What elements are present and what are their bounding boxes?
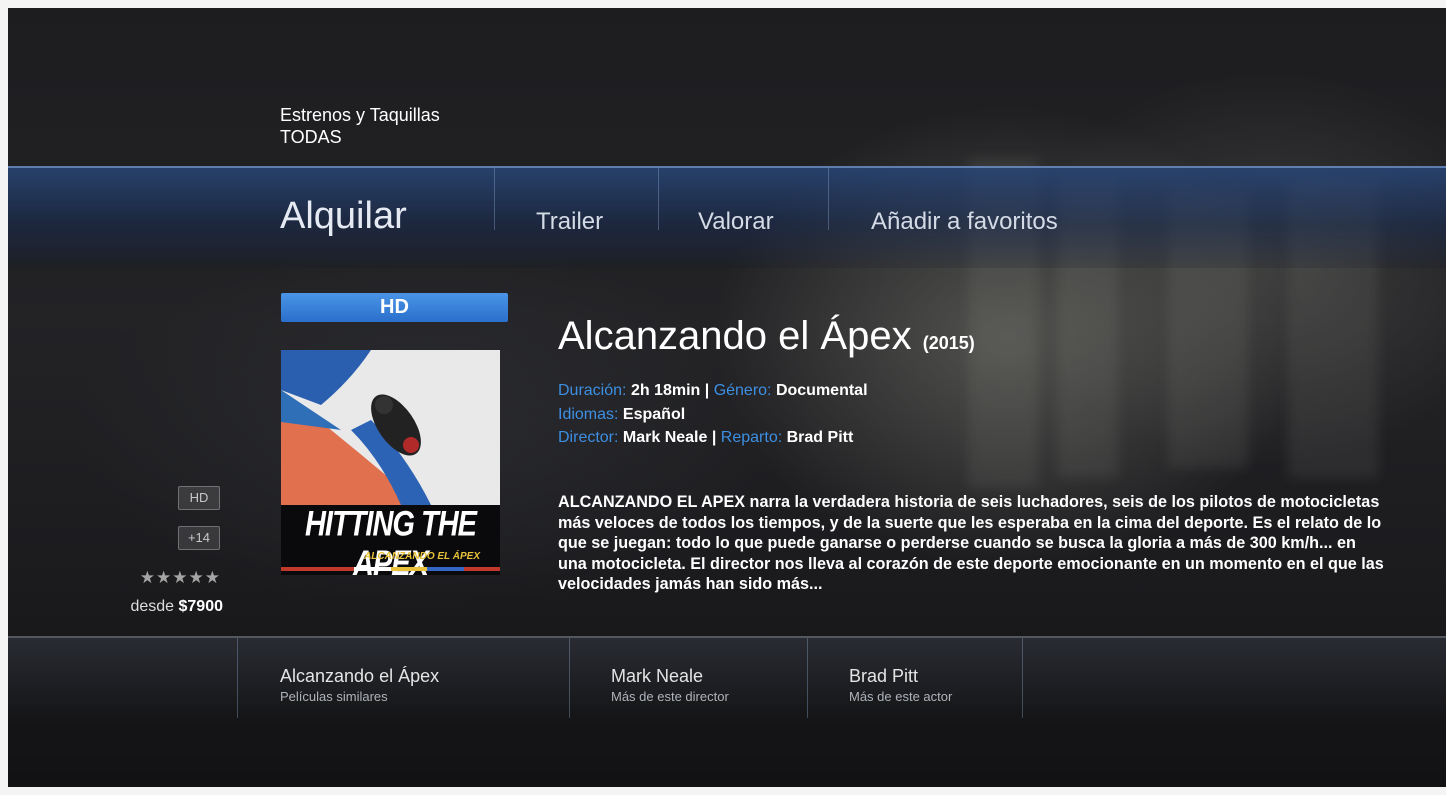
poster-stripe <box>354 567 391 571</box>
price-value: $7900 <box>178 598 224 615</box>
tv-screen: Estrenos y Taquillas TODAS Alquilar Trai… <box>8 8 1446 787</box>
action-bar: Alquilar Trailer Valorar Añadir a favori… <box>8 166 1446 268</box>
poster-stripe <box>463 567 500 571</box>
movie-title: Alcanzando el Ápex (2015) <box>558 314 975 359</box>
meta-separator: | <box>704 382 710 399</box>
duration-genre-line: Duración: 2h 18min | Género: Documental <box>558 382 868 400</box>
hd-badge-strip: HD <box>281 293 508 322</box>
category-filter: TODAS <box>280 127 342 147</box>
related-item-subtitle: Películas similares <box>280 689 388 704</box>
add-to-favorites-button[interactable]: Añadir a favoritos <box>871 208 1058 236</box>
genre-label: Género: <box>713 382 772 399</box>
bar-divider <box>807 638 808 718</box>
cast-label: Reparto: <box>720 429 783 446</box>
languages-line: Idiomas: Español <box>558 406 685 424</box>
related-actor[interactable]: Brad Pitt Más de este actor <box>849 666 952 704</box>
category-header: Estrenos y Taquillas TODAS <box>280 104 440 148</box>
synopsis: ALCANZANDO EL APEX narra la verdadera hi… <box>558 493 1384 593</box>
poster-stripe <box>390 567 427 571</box>
movie-poster[interactable]: HD HITTING THE APEX ALCANZANDO EL ÁPEX <box>281 293 508 583</box>
bar-divider <box>494 168 495 230</box>
related-director[interactable]: Mark Neale Más de este director <box>611 666 729 704</box>
bar-divider <box>658 168 659 230</box>
bar-divider <box>828 168 829 230</box>
poster-stripe <box>317 567 354 571</box>
related-item-subtitle: Más de este director <box>611 689 729 704</box>
bar-divider <box>569 638 570 718</box>
poster-stripe <box>281 567 318 571</box>
trailer-button[interactable]: Trailer <box>536 208 603 236</box>
poster-stripe <box>427 567 464 571</box>
genre-value: Documental <box>775 382 868 399</box>
price-prefix: desde <box>130 598 175 615</box>
movie-title-text: Alcanzando el Ápex <box>558 314 912 358</box>
meta-separator: | <box>711 429 717 446</box>
movie-year: (2015) <box>922 333 975 353</box>
cast-value: Brad Pitt <box>786 429 854 446</box>
director-value: Mark Neale <box>622 429 708 446</box>
price: desde $7900 <box>108 598 223 616</box>
director-cast-line: Director: Mark Neale | Reparto: Brad Pit… <box>558 429 853 447</box>
duration-label: Duración: <box>558 382 627 399</box>
age-rating-badge: +14 <box>178 526 220 550</box>
bar-divider <box>237 638 238 718</box>
rating-stars: ★★★★★ <box>139 568 221 587</box>
rate-button[interactable]: Valorar <box>698 208 774 236</box>
related-similar-movies[interactable]: Alcanzando el Ápex Películas similares <box>280 666 439 704</box>
languages-value: Español <box>622 406 686 423</box>
poster-subtitle: ALCANZANDO EL ÁPEX <box>364 551 480 562</box>
poster-title: HITTING THE APEX <box>304 505 477 584</box>
poster-image <box>281 350 500 505</box>
related-item-title: Mark Neale <box>611 666 704 686</box>
related-bar: Alcanzando el Ápex Películas similares M… <box>8 636 1446 718</box>
related-item-subtitle: Más de este actor <box>849 689 953 704</box>
related-item-title: Brad Pitt <box>849 666 919 686</box>
category-title: Estrenos y Taquillas <box>280 105 440 125</box>
hd-badge: HD <box>178 486 220 510</box>
duration-value: 2h 18min <box>630 382 701 399</box>
related-item-title: Alcanzando el Ápex <box>280 666 440 686</box>
poster-artwork: HITTING THE APEX ALCANZANDO EL ÁPEX <box>281 350 500 583</box>
poster-color-stripes <box>281 567 500 571</box>
languages-label: Idiomas: <box>558 406 619 423</box>
director-label: Director: <box>558 429 619 446</box>
bar-divider <box>1022 638 1023 718</box>
rent-button[interactable]: Alquilar <box>280 195 407 238</box>
